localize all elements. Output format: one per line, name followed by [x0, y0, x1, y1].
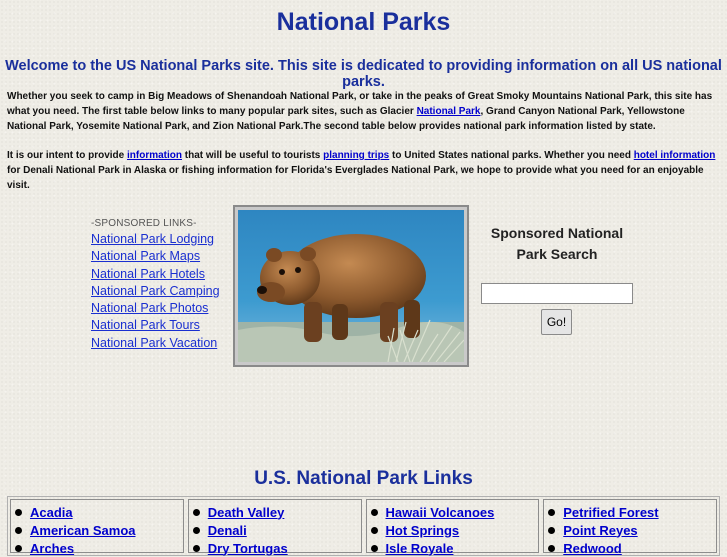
bullet-icon [15, 526, 22, 534]
park-link-isle-royale[interactable]: Isle Royale [386, 541, 454, 556]
park-link-dry-tortugas[interactable]: Dry Tortugas [208, 541, 288, 556]
list-item: Dry Tortugas [192, 539, 357, 557]
brown-bear-photo [238, 210, 464, 362]
list-item: Hot Springs [370, 521, 535, 539]
hotel-information-link[interactable]: hotel information [634, 150, 716, 161]
list-item: Acadia [15, 503, 179, 521]
park-links-table: Acadia American Samoa Arches Death Valle… [7, 496, 720, 556]
links-section-title: U.S. National Park Links [254, 468, 473, 489]
park-link-death-valley[interactable]: Death Valley [208, 505, 285, 520]
sponsored-links: -SPONSORED LINKS- National Park Lodging … [91, 218, 231, 352]
intro-p2-text-a: It is our intent to provide [7, 150, 127, 161]
park-link-denali[interactable]: Denali [208, 523, 247, 538]
intro-paragraph-2: It is our intent to provide information … [7, 148, 719, 193]
intro-text: Whether you seek to camp in Big Meadows … [7, 89, 719, 193]
bullet-icon [192, 508, 200, 516]
information-link[interactable]: information [127, 150, 182, 161]
intro-p2-text-d: for Denali National Park in Alaska or fi… [7, 165, 704, 191]
park-link-petrified-forest[interactable]: Petrified Forest [563, 505, 658, 520]
welcome-heading: Welcome to the US National Parks site. T… [5, 58, 722, 90]
go-button[interactable]: Go! [541, 309, 572, 335]
bullet-icon [370, 526, 378, 534]
bullet-icon [548, 508, 556, 516]
park-link-acadia[interactable]: Acadia [30, 505, 73, 520]
sponsored-link-photos[interactable]: National Park Photos [91, 300, 231, 317]
national-park-link[interactable]: National Park [417, 106, 481, 117]
search-input[interactable] [481, 283, 633, 304]
bullet-icon [192, 544, 200, 552]
sponsored-link-maps[interactable]: National Park Maps [91, 248, 231, 265]
sponsored-link-camping[interactable]: National Park Camping [91, 283, 231, 300]
bullet-icon [370, 508, 378, 516]
sponsored-link-lodging[interactable]: National Park Lodging [91, 231, 231, 248]
bear-photo-illustration [238, 210, 464, 362]
intro-p2-text-b: that will be useful to tourists [182, 150, 324, 161]
bullet-icon [370, 544, 378, 552]
bullet-icon [15, 508, 22, 516]
bullet-icon [192, 526, 200, 534]
list-item: Redwood [548, 539, 712, 557]
list-item: Point Reyes [548, 521, 712, 539]
planning-trips-link[interactable]: planning trips [323, 150, 389, 161]
park-link-hot-springs[interactable]: Hot Springs [386, 523, 460, 538]
list-item: Death Valley [192, 503, 357, 521]
sponsored-link-vacation[interactable]: National Park Vacation [91, 335, 231, 352]
intro-p2-text-c: to United States national parks. Whether… [389, 150, 634, 161]
page-title: National Parks [276, 8, 451, 36]
park-link-american-samoa[interactable]: American Samoa [30, 523, 136, 538]
park-link-point-reyes[interactable]: Point Reyes [563, 523, 637, 538]
list-item: Petrified Forest [548, 503, 712, 521]
search-title: Sponsored National Park Search [490, 225, 624, 262]
list-item: Isle Royale [370, 539, 535, 557]
park-link-redwood[interactable]: Redwood [563, 541, 622, 556]
sponsored-link-tours[interactable]: National Park Tours [91, 317, 231, 334]
bullet-icon [548, 526, 556, 534]
bullet-icon [548, 544, 556, 552]
bullet-icon [15, 544, 22, 552]
bear-photo-frame [233, 205, 469, 367]
park-link-arches[interactable]: Arches [30, 541, 74, 556]
list-item: Arches [15, 539, 179, 557]
list-item: Denali [192, 521, 357, 539]
intro-paragraph-1: Whether you seek to camp in Big Meadows … [7, 89, 719, 134]
sponsored-link-hotels[interactable]: National Park Hotels [91, 266, 231, 283]
list-item: Hawaii Volcanoes [370, 503, 535, 521]
list-item: American Samoa [15, 521, 179, 539]
park-link-hawaii-volcanoes[interactable]: Hawaii Volcanoes [386, 505, 495, 520]
sponsored-links-title: -SPONSORED LINKS- [91, 218, 197, 229]
